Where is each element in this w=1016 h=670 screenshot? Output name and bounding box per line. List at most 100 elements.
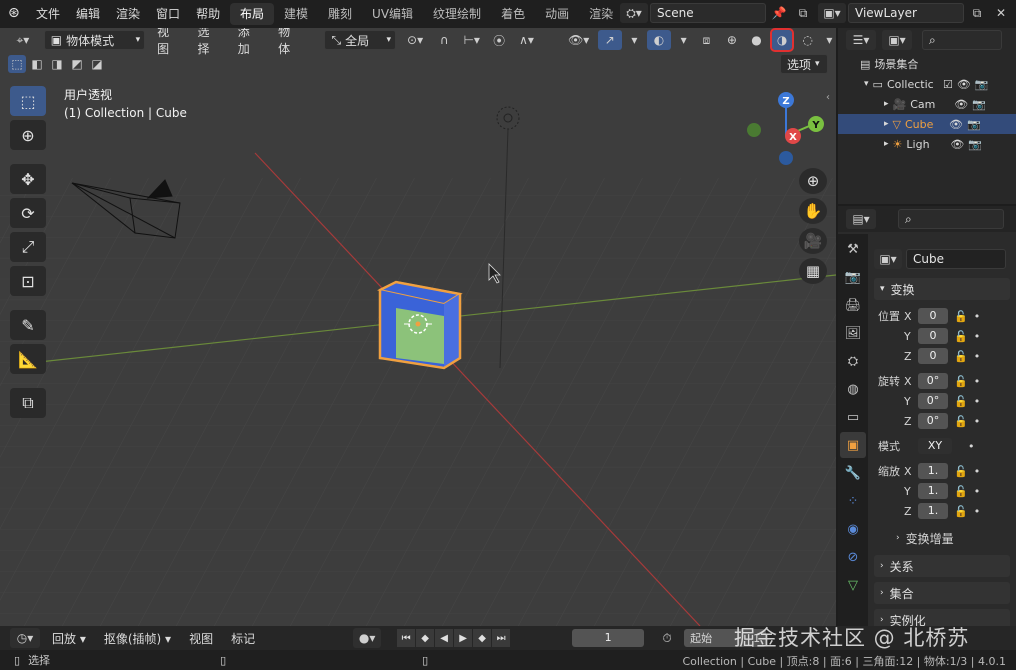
tab-layout[interactable]: 布局 xyxy=(230,3,275,25)
gizmo-neg-z-axis[interactable] xyxy=(779,151,793,165)
location-y-field[interactable]: 0 xyxy=(918,328,948,344)
lock-icon[interactable]: 🔓 xyxy=(954,330,968,343)
jump-start-icon[interactable]: ⏮ xyxy=(397,629,416,647)
tab-shading[interactable]: 着色 xyxy=(491,3,535,25)
measure-tool[interactable]: 📐 xyxy=(10,344,46,374)
move-tool[interactable]: ✥ xyxy=(10,164,46,194)
options-dropdown[interactable]: 选项 ▾ xyxy=(780,54,828,74)
viewlayer-icon[interactable]: ▣▾ xyxy=(818,3,846,23)
ortho-toggle-icon[interactable]: ▦ xyxy=(799,258,827,284)
xray-icon[interactable]: ⧈ xyxy=(696,30,716,50)
expand-arrow-icon[interactable]: ▸ xyxy=(884,99,889,109)
keyframe-dot-icon[interactable]: • xyxy=(974,505,981,518)
gizmo-toggle-icon[interactable]: ↗ xyxy=(597,30,622,50)
constraints-tab-icon[interactable]: ⊘ xyxy=(840,544,866,570)
wireframe-shading-icon[interactable]: ⊕ xyxy=(723,30,742,50)
orientation-dropdown[interactable]: ⤡ 全局 ▾ xyxy=(324,30,397,50)
checkbox-icon[interactable]: ☑ xyxy=(943,78,953,91)
lock-icon[interactable]: 🔓 xyxy=(954,505,968,518)
modifier-tab-icon[interactable]: 🔧 xyxy=(840,460,866,486)
zoom-icon[interactable]: ⊕ xyxy=(799,168,827,194)
annotate-tool[interactable]: ✎ xyxy=(10,310,46,340)
world-tab-icon[interactable]: ◍ xyxy=(840,376,866,402)
scene-name-field[interactable]: Scene xyxy=(650,3,766,23)
eye-icon[interactable]: 👁 xyxy=(949,118,963,131)
stopwatch-icon[interactable]: ⏱ xyxy=(656,628,678,648)
mode-dropdown[interactable]: ▣ 物体模式 ▾ xyxy=(43,30,146,50)
keyframe-dot-icon[interactable]: • xyxy=(974,465,981,478)
camera-render-icon[interactable]: 📷 xyxy=(972,98,986,111)
outliner-type-icon[interactable]: ☰▾ xyxy=(846,30,876,50)
rendered-shading-icon[interactable]: ◌ xyxy=(798,30,817,50)
visibility-icon[interactable]: 👁▾ xyxy=(566,30,592,50)
chevron-down-icon[interactable]: ▾ xyxy=(677,30,690,50)
scale-tool[interactable]: ⤢ xyxy=(10,232,46,262)
rotation-mode-dropdown[interactable]: XY xyxy=(918,438,952,454)
camera-render-icon[interactable]: 📷 xyxy=(968,138,982,151)
lock-icon[interactable]: 🔓 xyxy=(954,415,968,428)
properties-search-field[interactable]: ⌕ xyxy=(898,209,1004,229)
keyframe-dot-icon[interactable]: • xyxy=(974,485,981,498)
data-tab-icon[interactable]: ▽ xyxy=(840,572,866,598)
playback-menu[interactable]: 回放 ▾ xyxy=(46,630,92,647)
tab-texture-paint[interactable]: 纹理绘制 xyxy=(423,3,491,25)
display-mode-icon[interactable]: ▣▾ xyxy=(882,30,912,50)
particles-tab-icon[interactable]: ⁘ xyxy=(840,488,866,514)
camera-view-icon[interactable]: 🎥 xyxy=(799,228,827,254)
physics-tab-icon[interactable]: ◉ xyxy=(840,516,866,542)
tab-animation[interactable]: 动画 xyxy=(535,3,579,25)
lock-icon[interactable]: 🔓 xyxy=(954,465,968,478)
location-z-field[interactable]: 0 xyxy=(918,348,948,364)
falloff-icon[interactable]: ∧▾ xyxy=(515,30,537,50)
tab-sculpting[interactable]: 雕刻 xyxy=(318,3,362,25)
current-frame-field[interactable]: 1 xyxy=(572,629,645,647)
outliner-item-cube[interactable]: ▸ ▽ Cube 👁 📷 xyxy=(838,114,1016,134)
select-intersect-icon[interactable]: ◪ xyxy=(88,55,106,73)
keyframe-dot-icon[interactable]: • xyxy=(968,440,975,453)
lock-icon[interactable]: 🔓 xyxy=(954,350,968,363)
lock-icon[interactable]: 🔓 xyxy=(954,395,968,408)
keyframe-dot-icon[interactable]: • xyxy=(974,415,981,428)
remove-viewlayer-icon[interactable]: ✕ xyxy=(990,3,1012,23)
scale-z-field[interactable]: 1. xyxy=(918,503,948,519)
keyframe-dot-icon[interactable]: • xyxy=(974,395,981,408)
new-viewlayer-icon[interactable]: ⧉ xyxy=(966,3,988,23)
lock-icon[interactable]: 🔓 xyxy=(954,310,968,323)
location-x-field[interactable]: 0 xyxy=(918,308,948,324)
object-name-field[interactable]: Cube xyxy=(906,249,1006,269)
editor-type-icon[interactable]: ⌖▾ xyxy=(8,30,38,50)
scale-x-field[interactable]: 1. xyxy=(918,463,948,479)
menu-window[interactable]: 窗口 xyxy=(148,0,188,28)
tab-rendering[interactable]: 渲染 xyxy=(579,3,623,25)
keyframe-dot-icon[interactable]: • xyxy=(974,375,981,388)
outliner-item-scene-collection[interactable]: ▤ 场景集合 xyxy=(838,54,1016,74)
eye-icon[interactable]: 👁 xyxy=(950,138,964,151)
render-tab-icon[interactable]: 📷 xyxy=(840,264,866,290)
keyframe-dot-icon[interactable]: • xyxy=(974,310,981,323)
blender-logo-icon[interactable]: ⊛ xyxy=(8,5,20,21)
prev-keyframe-icon[interactable]: ◆ xyxy=(416,629,435,647)
expand-arrow-icon[interactable]: ▸ xyxy=(884,119,889,129)
tab-uv-editing[interactable]: UV编辑 xyxy=(362,3,423,25)
jump-end-icon[interactable]: ⏭ xyxy=(492,629,511,647)
object-tab-icon[interactable]: ▣ xyxy=(840,432,866,458)
rotation-x-field[interactable]: 0° xyxy=(918,373,948,389)
relations-panel-header[interactable]: › 关系 xyxy=(874,555,1010,577)
proportional-edit-icon[interactable]: ⦿ xyxy=(489,30,509,50)
select-extend-icon[interactable]: ◧ xyxy=(28,55,46,73)
pin-icon[interactable]: 📌 xyxy=(768,3,790,23)
rotation-y-field[interactable]: 0° xyxy=(918,393,948,409)
select-invert-icon[interactable]: ◩ xyxy=(68,55,86,73)
next-keyframe-icon[interactable]: ◆ xyxy=(473,629,492,647)
collections-panel-header[interactable]: › 集合 xyxy=(874,582,1010,604)
object-type-icon[interactable]: ▣▾ xyxy=(874,249,902,269)
keyframe-dot-icon[interactable]: • xyxy=(974,350,981,363)
select-box-tool[interactable]: ⬚ xyxy=(10,86,46,116)
material-preview-shading-icon[interactable]: ◑ xyxy=(769,28,795,52)
eye-icon[interactable]: 👁 xyxy=(957,78,971,91)
solid-shading-icon[interactable]: ● xyxy=(747,30,766,50)
menu-edit[interactable]: 编辑 xyxy=(68,0,108,28)
select-new-icon[interactable]: ⬚ xyxy=(8,55,26,73)
transform-tool[interactable]: ⊡ xyxy=(10,266,46,296)
outliner-item-light[interactable]: ▸ ☀ Ligh 👁 📷 xyxy=(838,134,1016,154)
